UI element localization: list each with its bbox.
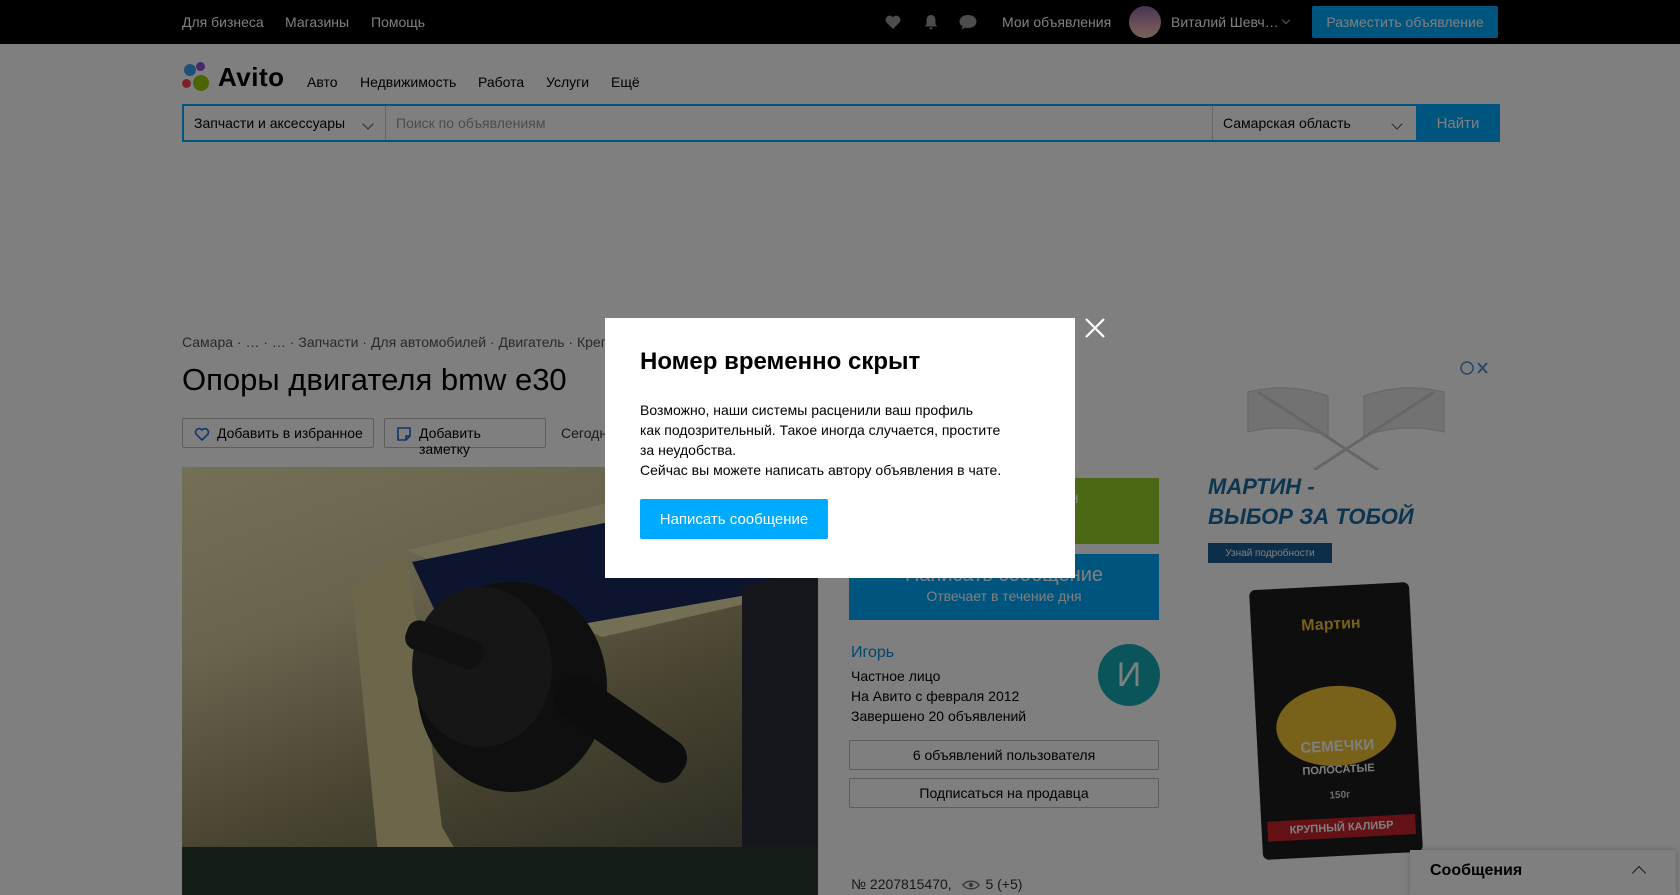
modal-body-line: Возможно, наши системы расценили ваш про… — [640, 402, 973, 418]
close-icon[interactable] — [1083, 316, 1107, 340]
modal-body-line: Сейчас вы можете написать автору объявле… — [640, 462, 1002, 478]
phone-hidden-modal: Номер временно скрыт Возможно, наши сист… — [605, 318, 1075, 578]
modal-body-line: как подозрительный. Такое иногда случает… — [640, 422, 1001, 438]
modal-body-line: за неудобства. — [640, 442, 737, 458]
modal-title: Номер временно скрыт — [640, 348, 921, 375]
modal-body: Возможно, наши системы расценили ваш про… — [640, 400, 1040, 480]
modal-write-message-button[interactable]: Написать сообщение — [640, 499, 828, 539]
